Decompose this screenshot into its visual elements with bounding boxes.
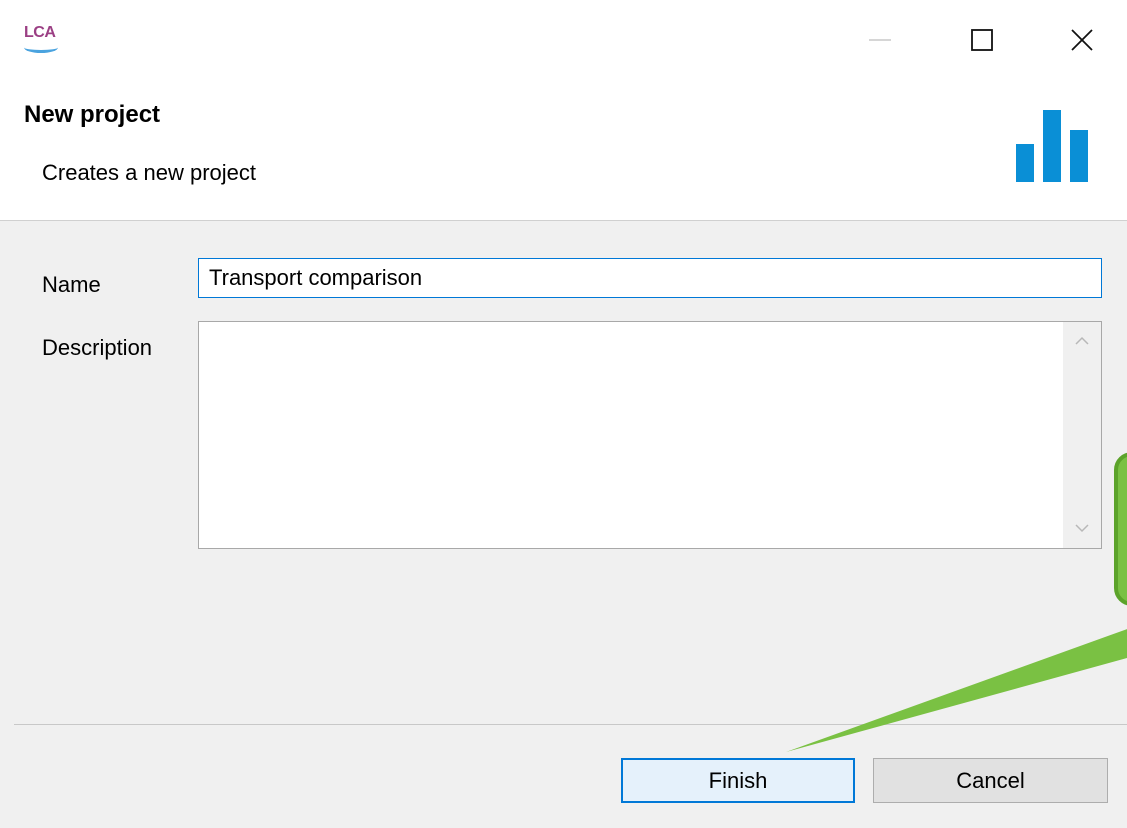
minimize-icon <box>869 39 891 41</box>
app-logo-swoosh <box>24 42 58 53</box>
maximize-icon <box>971 29 993 51</box>
page-title: New project <box>24 101 161 128</box>
app-logo: LCA <box>24 24 60 53</box>
page-subtitle: Creates a new project <box>42 160 256 185</box>
close-button[interactable] <box>1054 16 1110 64</box>
title-bar: LCA <box>0 0 1127 84</box>
button-bar-separator <box>14 724 1127 725</box>
scroll-down-icon[interactable] <box>1073 521 1091 535</box>
description-scrollbar[interactable] <box>1063 322 1101 548</box>
app-logo-text: LCA <box>24 24 56 41</box>
wizard-header: New project Creates a new project <box>0 84 1127 221</box>
maximize-button[interactable] <box>954 16 1010 64</box>
cancel-button[interactable]: Cancel <box>873 758 1108 803</box>
name-input[interactable] <box>198 258 1102 298</box>
name-label: Name <box>42 272 101 297</box>
description-label: Description <box>42 335 153 360</box>
close-icon <box>1071 29 1093 51</box>
description-textarea[interactable] <box>198 321 1102 549</box>
scroll-up-icon[interactable] <box>1073 334 1091 348</box>
finish-button[interactable]: Finish <box>621 758 855 803</box>
callout-box <box>1114 452 1127 606</box>
bar-chart-icon <box>1016 110 1088 182</box>
new-project-dialog: LCA New project Creates a new project Na… <box>0 0 1127 828</box>
minimize-button[interactable] <box>852 16 908 64</box>
